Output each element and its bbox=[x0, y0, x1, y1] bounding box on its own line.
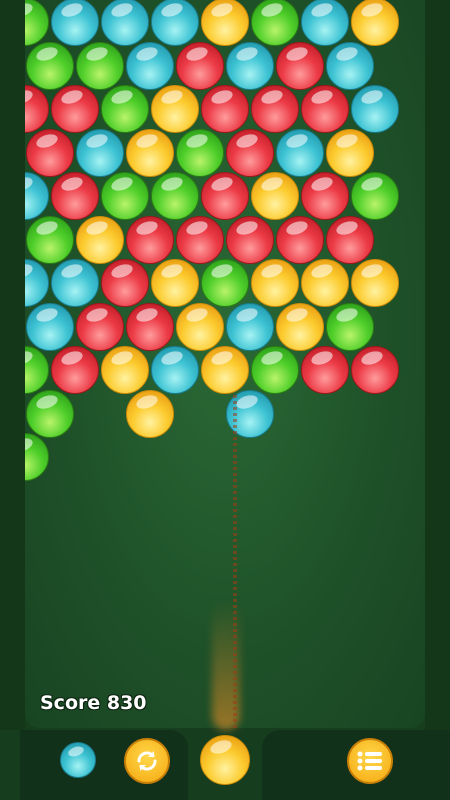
bubble-yellow bbox=[251, 259, 299, 307]
bubble-red bbox=[76, 302, 124, 351]
bubble-red bbox=[51, 346, 99, 394]
right-border bbox=[425, 0, 450, 730]
bubble-cyan bbox=[51, 259, 99, 307]
bubble-green bbox=[251, 346, 299, 394]
bubble-cyan bbox=[301, 0, 349, 46]
bubble-red bbox=[301, 172, 349, 220]
menu-button[interactable] bbox=[347, 738, 393, 784]
bubble-red bbox=[276, 41, 324, 90]
bubble-green bbox=[76, 41, 124, 90]
bubble-green bbox=[26, 41, 74, 90]
bubble-green bbox=[25, 346, 49, 394]
bubble-red bbox=[201, 172, 249, 220]
bubble-cyan bbox=[351, 85, 399, 133]
bubble-red bbox=[51, 85, 99, 133]
shooter-bubble[interactable] bbox=[200, 735, 250, 785]
refresh-icon bbox=[137, 751, 157, 771]
bubble-yellow bbox=[301, 259, 349, 307]
bubble-green bbox=[176, 128, 224, 177]
bubble-cyan bbox=[151, 0, 199, 46]
bubble-yellow bbox=[176, 302, 224, 351]
bubble-red bbox=[176, 215, 224, 264]
bubble-cyan bbox=[51, 0, 99, 46]
bubble-red bbox=[101, 259, 149, 307]
bubble-yellow bbox=[276, 302, 324, 351]
left-border bbox=[0, 0, 25, 730]
bubble-yellow bbox=[251, 172, 299, 220]
bubble-cyan bbox=[276, 128, 324, 177]
bubble-red bbox=[251, 85, 299, 133]
bubble-green bbox=[326, 302, 374, 351]
bubble-yellow bbox=[351, 0, 399, 46]
bubble-green bbox=[26, 389, 74, 438]
bubble-red bbox=[326, 215, 374, 264]
bubble-red bbox=[351, 346, 399, 394]
list-menu-icon bbox=[357, 751, 382, 771]
bubble-red bbox=[201, 85, 249, 133]
swap-button[interactable] bbox=[124, 738, 170, 784]
bubble-green bbox=[101, 172, 149, 220]
bubble-yellow bbox=[126, 128, 174, 177]
bubble-cyan bbox=[25, 259, 49, 307]
bubble-cyan bbox=[151, 346, 199, 394]
bubble-yellow bbox=[201, 346, 249, 394]
bubble-red bbox=[51, 172, 99, 220]
bubble-red bbox=[301, 346, 349, 394]
bubble-green bbox=[201, 259, 249, 307]
bubble-yellow bbox=[326, 128, 374, 177]
bubble-red bbox=[126, 215, 174, 264]
bubble-cyan bbox=[25, 172, 49, 220]
bubble-yellow bbox=[101, 346, 149, 394]
bubble-green bbox=[351, 172, 399, 220]
bubble-yellow bbox=[76, 215, 124, 264]
bubble-green bbox=[25, 0, 49, 46]
bubble-green bbox=[25, 433, 49, 481]
bubble-cyan bbox=[126, 41, 174, 90]
bubble-red bbox=[301, 85, 349, 133]
bubble-red bbox=[226, 215, 274, 264]
bubble-red bbox=[126, 302, 174, 351]
aim-line bbox=[233, 395, 237, 730]
bubble-cyan bbox=[26, 302, 74, 351]
bubble-cyan bbox=[226, 41, 274, 90]
next-bubble[interactable] bbox=[60, 742, 96, 778]
bubble-red bbox=[176, 41, 224, 90]
bubble-red bbox=[26, 128, 74, 177]
bubble-cyan bbox=[101, 0, 149, 46]
bubble-green bbox=[26, 215, 74, 264]
bubble-yellow bbox=[201, 0, 249, 46]
bubble-green bbox=[101, 85, 149, 133]
bubble-red bbox=[226, 128, 274, 177]
bubble-yellow bbox=[126, 389, 174, 438]
bubble-green bbox=[151, 172, 199, 220]
bubble-yellow bbox=[351, 259, 399, 307]
score-label: Score 830 bbox=[40, 692, 147, 714]
bubble-cyan bbox=[326, 41, 374, 90]
bubble-red bbox=[25, 85, 49, 133]
bubble-cyan bbox=[226, 302, 274, 351]
bubble-red bbox=[276, 215, 324, 264]
bubble-yellow bbox=[151, 85, 199, 133]
bubble-cyan bbox=[76, 128, 124, 177]
bubble-yellow bbox=[151, 259, 199, 307]
bubble-green bbox=[251, 0, 299, 46]
